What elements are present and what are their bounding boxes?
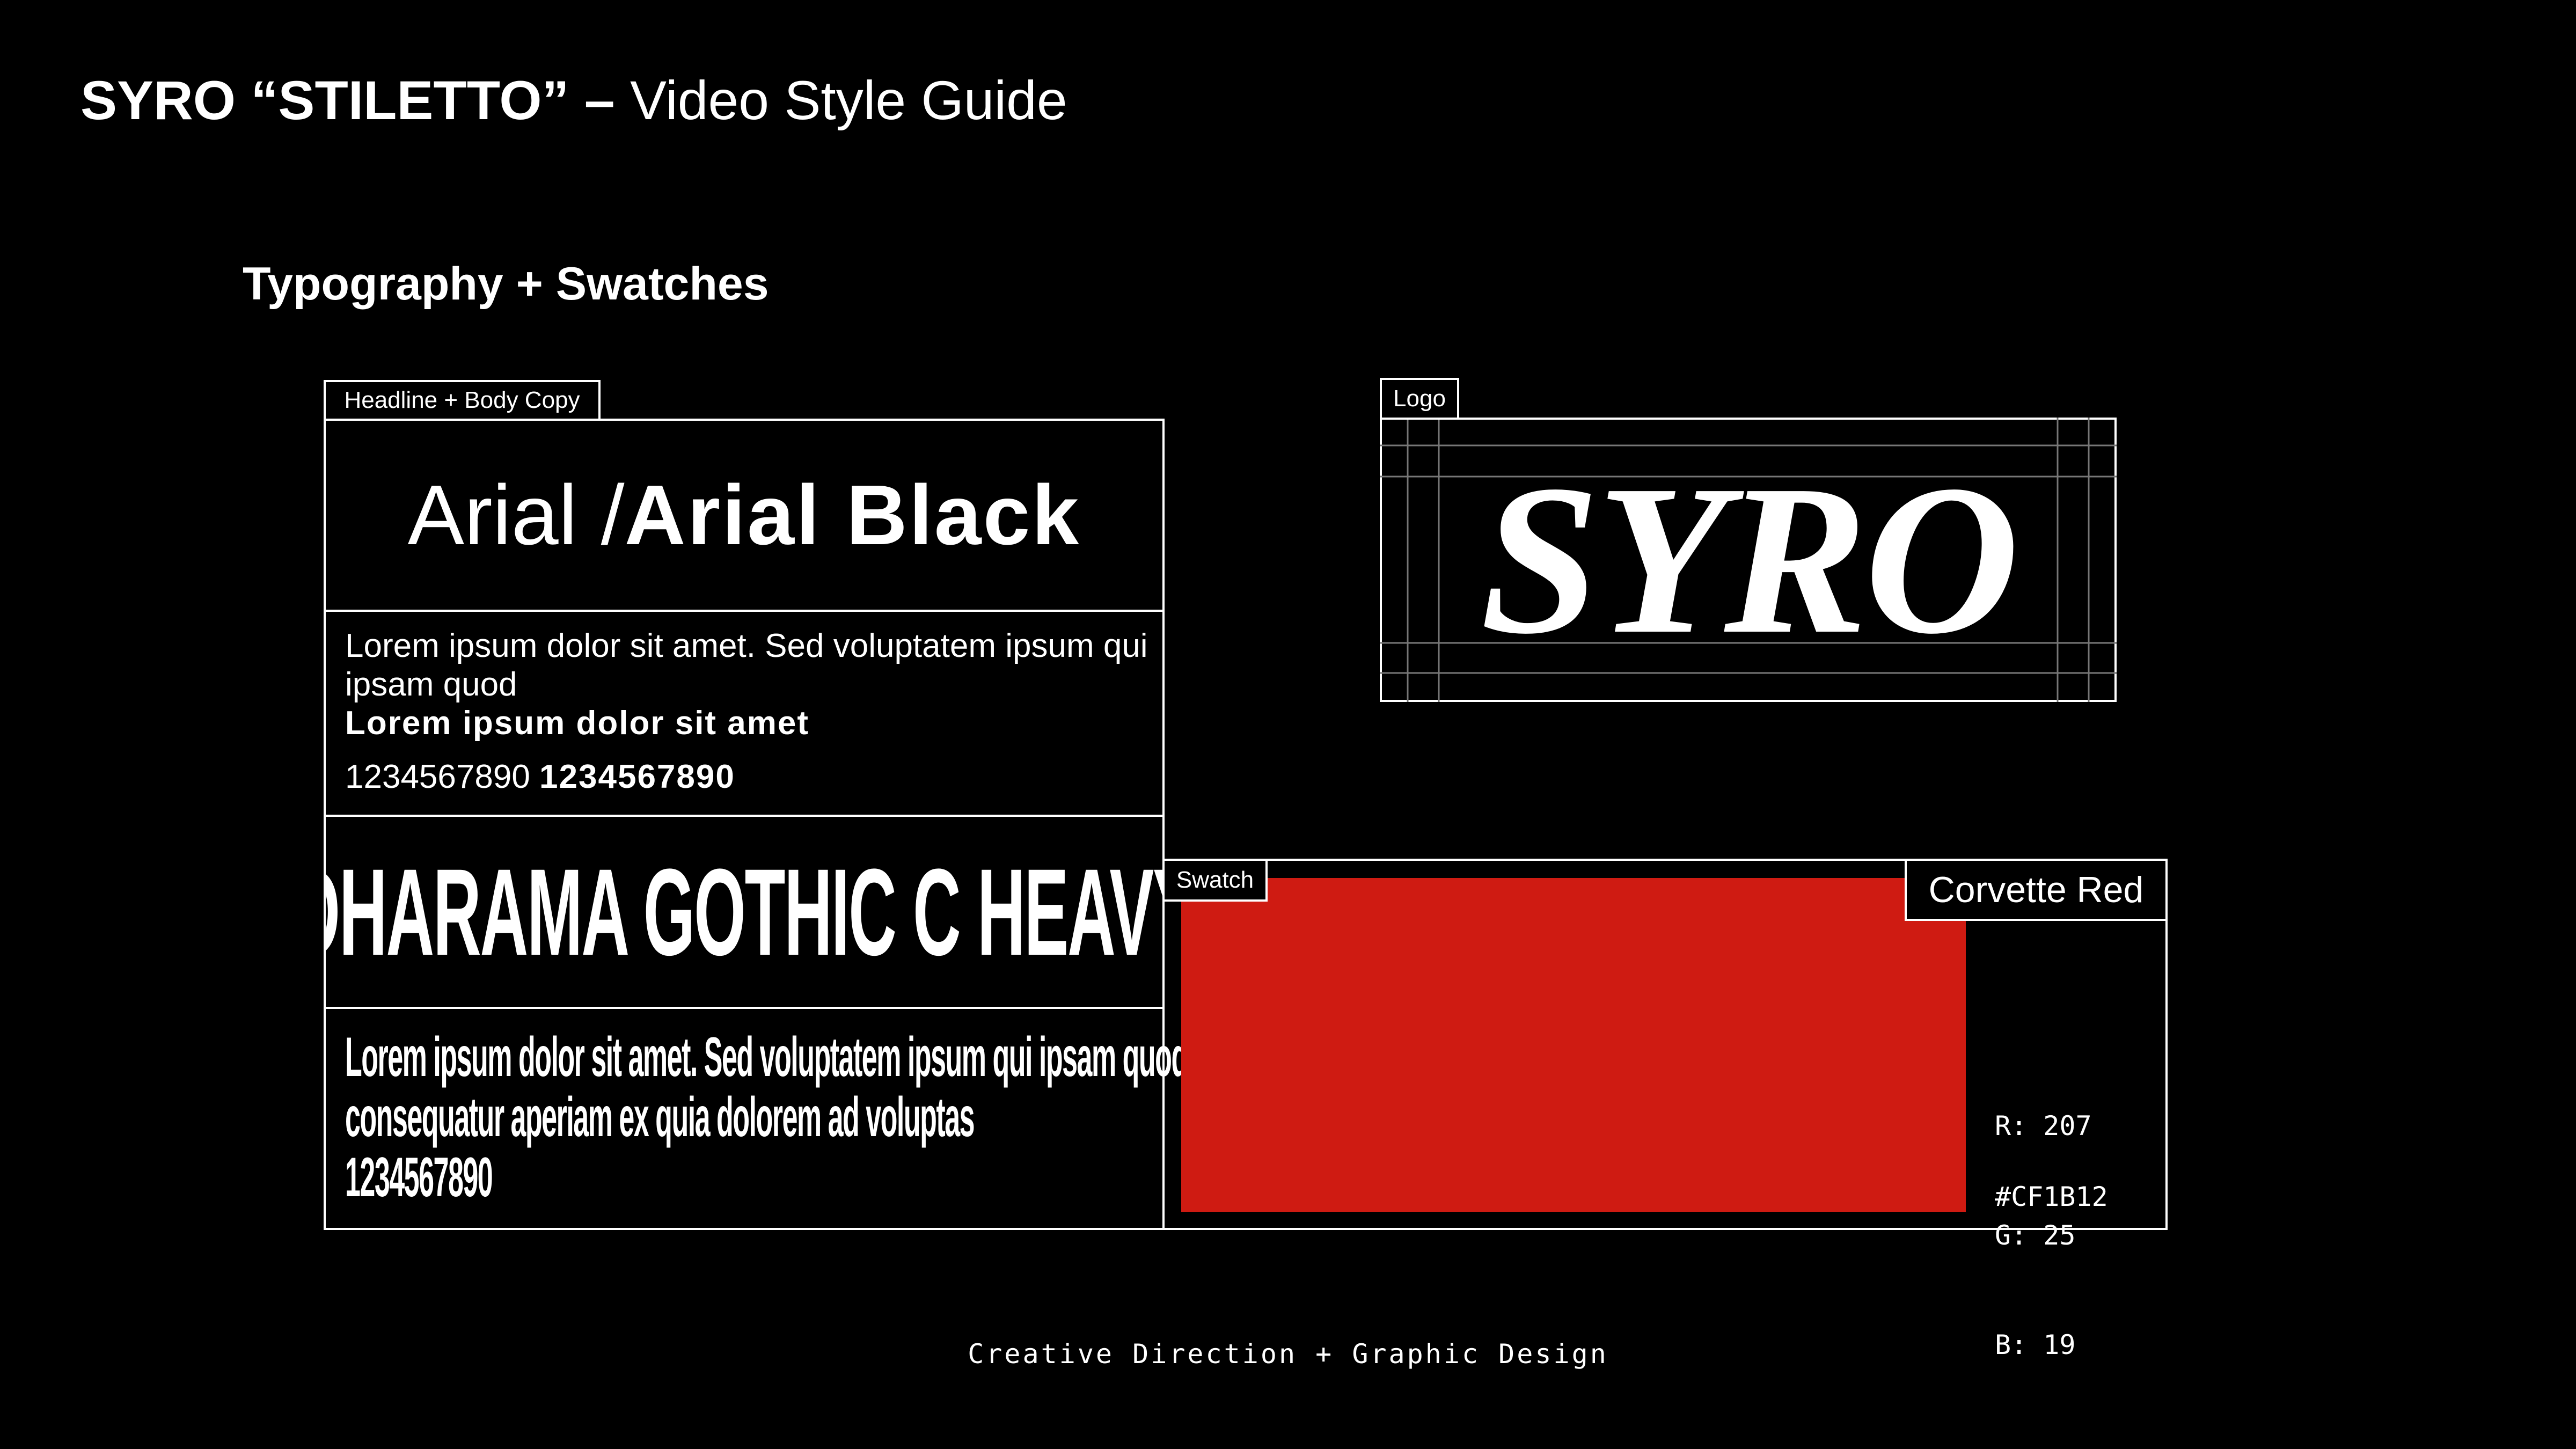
logo-tag: Logo [1380, 378, 1459, 420]
arial-regular-label: Arial / [407, 467, 625, 562]
arial-headline-sample: Arial / Arial Black [324, 419, 1165, 612]
body-copy-bold: Lorem ipsum dolor sit amet [345, 705, 810, 742]
syro-logo-wordmark: SYRO [1480, 441, 2019, 678]
page-title: SYRO “STILETTO” – Video Style Guide [80, 73, 1067, 128]
gothic-body-sample: Lorem ipsum dolor sit amet. Sed voluptat… [345, 1026, 1233, 1209]
gothic-body-numbers: 1234567890 [345, 1146, 493, 1209]
numbers-sample: 1234567890 1234567890 [345, 758, 1150, 796]
section-title: Typography + Swatches [243, 258, 769, 310]
typography-tag: Headline + Body Copy [324, 380, 601, 421]
arial-black-label: Arial Black [624, 467, 1081, 562]
swatch-tag: Swatch [1162, 859, 1268, 902]
gothic-headline-sample: DHARAMA GOTHIC C HEAVY [324, 817, 1165, 1008]
rgb-red: R: 207 [1995, 1110, 2092, 1141]
gothic-body-line: consequatur aperiam ex quia dolorem ad v… [345, 1086, 975, 1148]
swatch-name: Corvette Red [1905, 859, 2168, 921]
body-copy-regular: Lorem ipsum dolor sit amet. Sed voluptat… [345, 627, 1148, 703]
numbers-bold: 1234567890 [539, 758, 735, 795]
gothic-body-line: Lorem ipsum dolor sit amet. Sed voluptat… [345, 1026, 1233, 1088]
color-swatch [1181, 878, 1966, 1212]
numbers-regular: 1234567890 [345, 758, 540, 795]
page-title-subtitle: Video Style Guide [614, 70, 1067, 131]
footer-credit: Creative Direction + Graphic Design [968, 1338, 1608, 1370]
page-title-brand: SYRO “STILETTO” – [80, 70, 615, 131]
rgb-green: G: 25 [1995, 1220, 2076, 1251]
gothic-headline-text: DHARAMA GOTHIC C HEAVY [324, 843, 1165, 981]
hex-value: #CF1B12 [1995, 1181, 2108, 1212]
